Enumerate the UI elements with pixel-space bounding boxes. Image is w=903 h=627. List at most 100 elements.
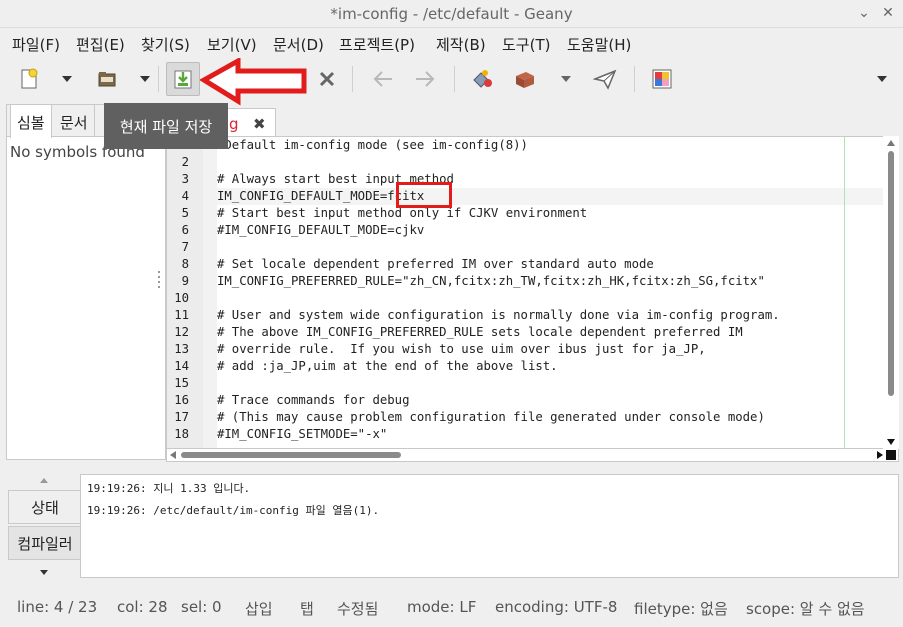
editor-tabs: g ✖ <box>166 104 903 138</box>
status-col: col: 28 <box>117 598 168 616</box>
tab-label: g <box>229 115 239 133</box>
open-file-icon <box>98 72 116 87</box>
menu-file[interactable]: 파일(F) <box>12 34 60 55</box>
chevron-down-icon[interactable] <box>40 570 48 575</box>
line-number: 5 <box>181 206 189 220</box>
line-number: 9 <box>181 274 189 288</box>
menu-help[interactable]: 도움말(H) <box>567 34 631 55</box>
long-line-marker <box>844 137 845 448</box>
close-tab-icon[interactable]: ✖ <box>253 115 266 133</box>
scroll-left-icon[interactable] <box>170 451 176 459</box>
scroll-down-icon[interactable] <box>887 439 895 445</box>
forward-button[interactable] <box>408 62 442 96</box>
scroll-up-icon[interactable] <box>887 140 895 146</box>
title-bar: *im-config - /etc/default - Geany ⌄ ✕ <box>0 0 903 28</box>
open-file-button[interactable] <box>90 62 124 96</box>
color-chooser-icon <box>652 69 672 89</box>
toolbar-separator <box>634 66 635 92</box>
build-dropdown[interactable] <box>559 72 573 86</box>
pane-resize-handle[interactable] <box>440 465 470 479</box>
new-file-icon <box>21 68 38 89</box>
menu-document[interactable]: 문서(D) <box>273 34 324 55</box>
save-icon <box>174 70 192 89</box>
code-editor[interactable]: 2 3 4 5 6 7 8 9 10 11 12 13 14 15 16 17 18 Default im-co… <box>166 136 899 449</box>
code-line: # add :ja_JP,uim at the end of the above… <box>217 359 558 373</box>
compile-icon <box>473 70 492 88</box>
annotation-arrow-icon <box>200 58 307 106</box>
chevron-down-icon <box>561 76 571 82</box>
chevron-down-icon <box>62 76 72 82</box>
toolbar <box>0 58 903 100</box>
menu-view[interactable]: 보기(V) <box>207 34 257 55</box>
scroll-corner <box>886 450 896 460</box>
menu-edit[interactable]: 편집(E) <box>76 34 125 55</box>
compile-button[interactable] <box>466 62 500 96</box>
new-file-button[interactable] <box>12 62 46 96</box>
back-button[interactable] <box>366 62 400 96</box>
line-number: 8 <box>181 257 189 271</box>
toolbar-overflow-dropdown[interactable] <box>875 72 889 86</box>
status-sel: sel: 0 <box>181 598 222 616</box>
line-number: 2 <box>181 155 189 169</box>
tab-symbols[interactable]: 심볼 <box>10 105 52 138</box>
tab-im-config[interactable]: g ✖ <box>226 108 276 138</box>
line-number: 3 <box>181 172 189 186</box>
scroll-right-icon[interactable] <box>877 451 883 459</box>
tab-status[interactable]: 상태 <box>8 490 82 524</box>
build-icon <box>516 72 534 88</box>
minimize-button[interactable]: ⌄ <box>855 4 873 22</box>
chevron-down-icon <box>140 76 150 82</box>
status-line: line: 4 / 23 <box>17 598 98 616</box>
open-file-dropdown[interactable] <box>138 72 152 86</box>
code-line: # Trace commands for debug <box>217 393 410 407</box>
fold-margin <box>203 137 217 448</box>
message-tabs: 상태 컴파일러 <box>6 474 82 582</box>
editor-horizontal-scrollbar[interactable] <box>166 449 899 462</box>
status-mode: mode: LF <box>407 598 477 616</box>
save-tooltip: 현재 파일 저장 <box>104 103 228 149</box>
close-file-button[interactable] <box>310 62 344 96</box>
code-line: # Set locale dependent preferred IM over… <box>217 257 654 271</box>
line-number: 17 <box>174 410 189 424</box>
menu-project[interactable]: 프로젝트(P) <box>339 34 415 55</box>
tab-documents[interactable]: 문서 <box>54 105 95 137</box>
code-area[interactable]: Default im-config mode (see im-config(8)… <box>217 137 887 448</box>
status-message-list[interactable]: 19:19:26: 지니 1.33 입니다. 19:19:26: /etc/de… <box>80 474 899 578</box>
menu-build[interactable]: 제작(B) <box>436 34 486 55</box>
code-line: IM_CONFIG_PREFERRED_RULE="zh_CN,fcitx:zh… <box>217 274 765 288</box>
code-line: # The above IM_CONFIG_PREFERRED_RULE set… <box>217 325 743 339</box>
line-number: 18 <box>174 427 189 441</box>
status-filetype: filetype: 없음 <box>634 600 728 618</box>
code-line: # User and system wide configuration is … <box>217 308 780 322</box>
code-line: IM_CONFIG_DEFAULT_MODE=fcitx <box>217 189 425 203</box>
line-number: 15 <box>174 376 189 390</box>
line-number: 6 <box>181 223 189 237</box>
tab-compiler[interactable]: 컴파일러 <box>8 526 82 560</box>
line-number: 4 <box>181 189 189 203</box>
pane-resize-handle[interactable] <box>157 268 161 298</box>
menu-tools[interactable]: 도구(T) <box>502 34 550 55</box>
run-icon <box>593 69 617 90</box>
code-line: # override rule. If you wish to use uim … <box>217 342 706 356</box>
status-scope: scope: 알 수 없음 <box>746 600 865 618</box>
scroll-thumb[interactable] <box>888 151 894 396</box>
list-item: 19:19:26: /etc/default/im-config 파일 열음(1… <box>87 504 380 517</box>
code-line: # (This may cause problem configuration … <box>217 410 765 424</box>
new-file-dropdown[interactable] <box>60 72 74 86</box>
toolbar-separator <box>158 66 159 92</box>
code-line: #IM_CONFIG_SETMODE="-x" <box>217 427 388 441</box>
line-number: 16 <box>174 393 189 407</box>
menu-bar: 파일(F) 편집(E) 찾기(S) 보기(V) 문서(D) 프로젝트(P) 제작… <box>0 28 903 58</box>
status-bar: line: 4 / 23 col: 28 sel: 0 삽입 탭 수정됨 mod… <box>0 586 903 627</box>
menu-search[interactable]: 찾기(S) <box>141 34 190 55</box>
line-number: 7 <box>181 240 189 254</box>
scroll-thumb[interactable] <box>181 452 401 458</box>
close-window-button[interactable]: ✕ <box>879 4 897 22</box>
code-line: Default im-config mode (see im-config(8)… <box>217 138 528 152</box>
save-button[interactable] <box>166 62 200 96</box>
editor-vertical-scrollbar[interactable] <box>883 136 899 449</box>
color-chooser-button[interactable] <box>645 62 679 96</box>
run-button[interactable] <box>588 62 622 96</box>
build-button[interactable] <box>508 62 542 96</box>
symbol-sidebar: 심볼 문서 No symbols found <box>6 104 167 460</box>
